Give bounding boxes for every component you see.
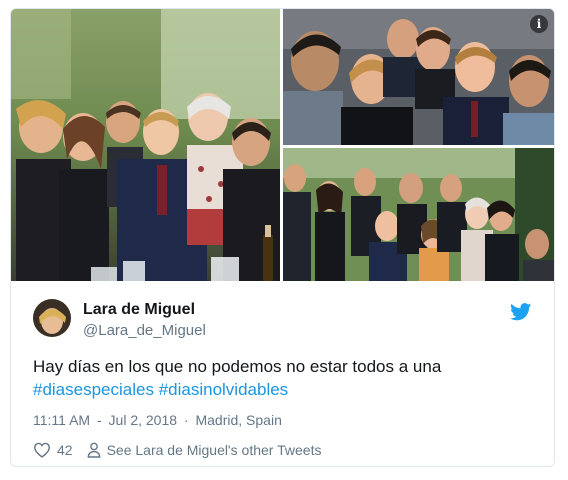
tweet-location[interactable]: Madrid, Spain (195, 412, 281, 428)
author-display-name[interactable]: Lara de Miguel (83, 301, 195, 319)
hashtag-link-diasespeciales[interactable]: #diasespeciales (33, 380, 154, 399)
embedded-tweet-card[interactable]: i Lara de Miguel @Lara_de_Miguel Hay día… (10, 8, 555, 467)
tweet-time[interactable]: 11:11 AM (33, 412, 90, 428)
person-icon (87, 442, 100, 458)
photo-group-wedding[interactable] (283, 148, 554, 281)
tweet-body: Lara de Miguel @Lara_de_Miguel Hay días … (11, 281, 554, 466)
photo-group-selfie[interactable]: i (283, 9, 554, 145)
hashtag-link-diasinolvidables[interactable]: #diasinolvidables (159, 380, 288, 399)
heart-icon[interactable] (33, 442, 51, 458)
tweet-metadata: 11:11 AM - Jul 2, 2018 · Madrid, Spain (33, 412, 285, 428)
like-count[interactable]: 42 (57, 442, 73, 458)
tweet-text: Hay días en los que no podemos no estar … (33, 357, 442, 376)
date-location-separator: · (183, 412, 189, 428)
tweet-date[interactable]: Jul 2, 2018 (109, 412, 178, 428)
avatar[interactable] (33, 299, 71, 337)
info-icon[interactable]: i (530, 15, 548, 33)
tweet-actions: 42 See Lara de Miguel's other Tweets (33, 441, 321, 459)
author-handle[interactable]: @Lara_de_Miguel (83, 322, 206, 339)
tweet-media-grid[interactable]: i (11, 9, 554, 281)
tweet-hashtags: #diasespeciales #diasinolvidables (33, 378, 288, 401)
twitter-bird-icon[interactable] (510, 303, 532, 321)
see-other-tweets-link[interactable]: See Lara de Miguel's other Tweets (107, 442, 322, 458)
photo-group-garden[interactable] (11, 9, 280, 281)
time-date-separator: - (96, 412, 102, 428)
